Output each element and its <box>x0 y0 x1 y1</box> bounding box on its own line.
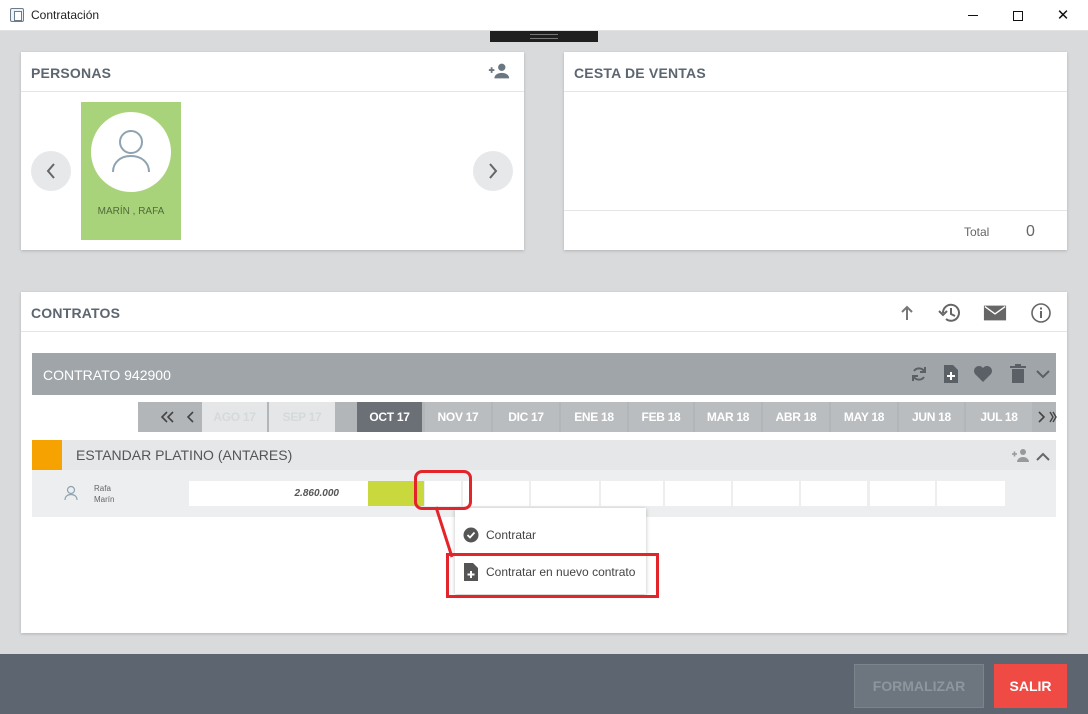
product-color-swatch <box>32 440 62 470</box>
trash-icon[interactable] <box>1008 364 1028 384</box>
chevron-down-icon[interactable] <box>1033 364 1053 384</box>
timeline-cell[interactable] <box>870 481 935 506</box>
history-icon[interactable] <box>938 301 962 325</box>
minimize-button[interactable] <box>950 0 996 31</box>
contratos-divider <box>21 331 1067 332</box>
first-month-button[interactable] <box>158 402 178 432</box>
chevron-left-icon <box>46 163 55 179</box>
minimize-icon <box>968 15 978 16</box>
maximize-icon <box>1013 10 1023 21</box>
double-chevron-left-icon <box>161 411 174 423</box>
cesta-divider <box>564 91 1067 92</box>
row-first-name: Rafa <box>94 484 111 493</box>
product-label: ESTANDAR PLATINO (ANTARES) <box>76 447 293 463</box>
person-icon <box>64 485 78 506</box>
last-month-button[interactable] <box>1049 402 1057 432</box>
timeline-cell[interactable] <box>937 481 1005 506</box>
total-value: 0 <box>1026 223 1035 240</box>
month-strip: AGO 17 SEP 17 OCT 17 NOV 17 DIC 17 ENE 1… <box>138 402 1057 432</box>
close-button[interactable]: ✕ <box>1040 0 1086 31</box>
month-dic-17[interactable]: DIC 17 <box>493 402 559 432</box>
contract-header[interactable]: CONTRATO 942900 <box>32 353 1056 395</box>
person-name: MARÍN , RAFA <box>97 206 165 217</box>
cesta-total-divider <box>564 210 1067 211</box>
month-oct-17[interactable]: OCT 17 <box>357 402 422 432</box>
person-card[interactable]: MARÍN , RAFA <box>81 102 181 240</box>
heart-icon[interactable] <box>973 364 993 384</box>
personas-divider <box>21 91 524 92</box>
highlight-menu-annotation <box>446 553 659 598</box>
app-icon <box>10 8 24 22</box>
refresh-icon[interactable] <box>909 364 929 384</box>
month-mar-18[interactable]: MAR 18 <box>695 402 761 432</box>
personas-panel: PERSONAS MARÍN , RAFA <box>21 52 524 250</box>
row-person-name: Rafa Marín <box>94 483 114 505</box>
prev-month-button[interactable] <box>182 402 200 432</box>
total-label: Total <box>964 225 990 239</box>
salir-button[interactable]: SALIR <box>994 664 1067 708</box>
month-nov-17[interactable]: NOV 17 <box>425 402 491 432</box>
avatar <box>91 112 171 192</box>
chevron-right-icon <box>489 163 498 179</box>
month-jun-18[interactable]: JUN 18 <box>899 402 964 432</box>
month-ene-18[interactable]: ENE 18 <box>561 402 627 432</box>
window-title: Contratación <box>31 8 100 22</box>
month-may-18[interactable]: MAY 18 <box>831 402 897 432</box>
drag-handle[interactable] <box>490 31 598 42</box>
chevron-left-icon <box>187 411 194 423</box>
chevron-right-icon <box>1038 411 1045 423</box>
menu-item-label: Contratar <box>486 528 537 542</box>
timeline-cell[interactable] <box>665 481 731 506</box>
maximize-button[interactable] <box>995 0 1041 31</box>
prev-person-button[interactable] <box>31 151 71 191</box>
annotation-connector <box>434 506 454 558</box>
title-bar: Contratación ✕ <box>0 0 1088 31</box>
mail-icon[interactable] <box>983 301 1007 325</box>
double-chevron-right-icon <box>1049 411 1057 423</box>
row-last-name: Marín <box>94 495 115 504</box>
contract-label: CONTRATO 942900 <box>43 367 171 383</box>
month-sep-17[interactable]: SEP 17 <box>269 402 335 432</box>
add-person-icon[interactable] <box>1011 447 1031 468</box>
arrow-up-icon[interactable] <box>895 301 919 325</box>
timeline-cell[interactable] <box>531 481 599 506</box>
add-person-icon[interactable] <box>487 59 511 83</box>
contratos-title: CONTRATOS <box>31 305 121 321</box>
month-abr-18[interactable]: ABR 18 <box>763 402 829 432</box>
next-person-button[interactable] <box>473 151 513 191</box>
timeline-cell[interactable] <box>601 481 663 506</box>
cesta-title: CESTA DE VENTAS <box>574 65 706 81</box>
personas-title: PERSONAS <box>31 65 112 81</box>
footer-bar: FORMALIZAR SALIR <box>0 654 1088 714</box>
amount-value: 2.860.000 <box>294 488 340 499</box>
info-icon[interactable] <box>1029 301 1053 325</box>
timeline-cell[interactable] <box>463 481 529 506</box>
next-month-button[interactable] <box>1034 402 1048 432</box>
highlight-cell-annotation <box>414 470 472 510</box>
timeline-cell[interactable] <box>733 481 799 506</box>
formalizar-button[interactable]: FORMALIZAR <box>854 664 984 708</box>
month-jul-18[interactable]: JUL 18 <box>966 402 1032 432</box>
close-icon: ✕ <box>1056 6 1070 24</box>
amount-cell[interactable]: 2.860.000 <box>189 481 369 506</box>
month-ago-17[interactable]: AGO 17 <box>202 402 267 432</box>
timeline-cells: 2.860.000 <box>189 481 1005 506</box>
cesta-panel: CESTA DE VENTAS Total 0 <box>564 52 1067 250</box>
product-row[interactable]: ESTANDAR PLATINO (ANTARES) <box>32 440 1056 470</box>
person-icon <box>112 130 150 173</box>
chevron-up-icon[interactable] <box>1035 449 1051 467</box>
add-document-icon[interactable] <box>941 364 961 384</box>
timeline-cell[interactable] <box>801 481 867 506</box>
month-feb-18[interactable]: FEB 18 <box>629 402 693 432</box>
menu-item-contratar[interactable]: Contratar <box>455 520 646 550</box>
